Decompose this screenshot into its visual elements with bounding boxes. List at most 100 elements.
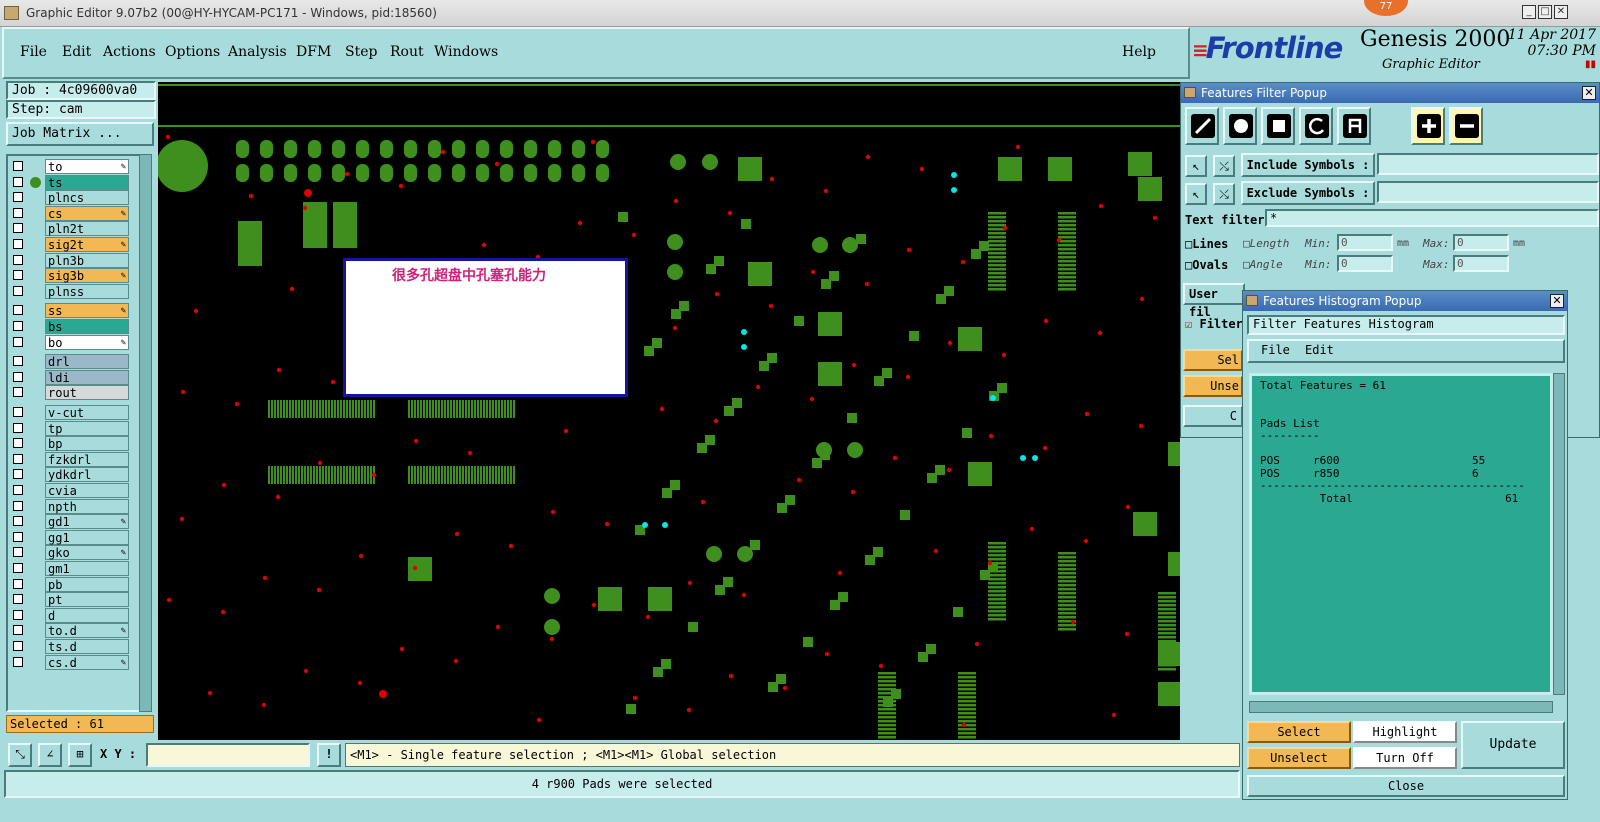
layer-row-sig2t[interactable]: sig2t ✎ — [10, 237, 134, 252]
notification-badge[interactable]: 77 — [1364, 0, 1408, 16]
layer-checkbox[interactable] — [13, 641, 23, 651]
layer-checkbox[interactable] — [13, 578, 23, 589]
layer-checkbox[interactable] — [13, 321, 23, 331]
layer-row-ss[interactable]: ss ✎ — [10, 303, 134, 319]
histogram-highlight-button[interactable]: Highlight — [1353, 721, 1457, 743]
layer-row-pln3b[interactable]: pln3b — [10, 252, 134, 268]
layer-name[interactable]: gko ✎ — [45, 545, 129, 561]
menu-edit[interactable]: Edit — [62, 44, 91, 60]
layer-checkbox[interactable] — [13, 336, 23, 347]
filter-unselect-button[interactable]: Unse — [1183, 375, 1243, 397]
angle-icon[interactable]: ∠ — [38, 743, 62, 767]
exclude-pick-icon[interactable]: ↖ — [1185, 183, 1207, 205]
layer-name[interactable]: bp — [45, 436, 129, 452]
text-tool[interactable] — [1337, 107, 1371, 145]
layer-name[interactable]: to.d ✎ — [45, 623, 129, 639]
layer-name[interactable]: sig3b ✎ — [45, 268, 129, 284]
histogram-vscrollbar[interactable] — [1553, 373, 1565, 695]
layer-row-pln2t[interactable]: pln2t — [10, 221, 134, 237]
layer-checkbox[interactable] — [13, 500, 23, 511]
layer-row-ts-d[interactable]: ts.d — [10, 639, 134, 654]
layer-row-ydkdrl[interactable]: ydkdrl — [10, 467, 134, 483]
line-tool[interactable] — [1185, 107, 1219, 145]
filter-checkbox[interactable]: ☑ Filter — [1185, 317, 1243, 331]
maximize-icon[interactable]: □ — [1538, 5, 1552, 19]
layer-checkbox[interactable] — [13, 656, 23, 667]
length-checkbox[interactable]: □Length — [1243, 237, 1289, 250]
layer-row-pb[interactable]: pb — [10, 576, 134, 592]
menu-rout[interactable]: Rout — [390, 44, 424, 60]
layer-checkbox[interactable] — [13, 371, 23, 382]
layer-checkbox[interactable] — [13, 563, 23, 573]
layer-checkbox[interactable] — [13, 485, 23, 495]
histogram-menu-edit[interactable]: Edit — [1305, 343, 1334, 357]
menu-help[interactable]: Help — [1122, 44, 1156, 60]
layer-row-fzkdrl[interactable]: fzkdrl — [10, 451, 134, 467]
ovals-checkbox[interactable]: □Ovals — [1185, 258, 1228, 272]
angle-max-input[interactable]: 0 — [1453, 255, 1509, 272]
filter-select-button[interactable]: Sel — [1183, 349, 1243, 371]
user-filter-button[interactable]: User fil — [1183, 283, 1245, 319]
layer-name[interactable]: pln3b — [45, 252, 129, 268]
info-icon[interactable]: ! — [317, 743, 341, 767]
layer-checkbox[interactable] — [13, 305, 23, 316]
layer-name[interactable]: ss ✎ — [45, 303, 129, 319]
layer-name[interactable]: plnss — [45, 283, 129, 299]
layer-row-npth[interactable]: npth — [10, 498, 134, 514]
layer-row-cs-d[interactable]: cs.d ✎ — [10, 654, 134, 670]
pad-tool[interactable] — [1223, 107, 1257, 145]
layer-row-ldi[interactable]: ldi — [10, 369, 134, 385]
layer-name[interactable]: to ✎ — [45, 159, 129, 174]
include-symbols-button[interactable]: Include Symbols : — [1241, 153, 1375, 177]
layer-row-bo[interactable]: bo ✎ — [10, 334, 134, 350]
layer-checkbox[interactable] — [13, 469, 23, 480]
exclude-symbols-input[interactable] — [1377, 181, 1599, 203]
histogram-close-button[interactable]: Close — [1247, 775, 1565, 797]
menu-actions[interactable]: Actions — [103, 44, 156, 60]
layer-checkbox[interactable] — [13, 176, 23, 187]
close-icon[interactable]: ✕ — [1554, 5, 1568, 19]
histogram-menu-file[interactable]: File — [1261, 343, 1290, 357]
plus-tool[interactable] — [1411, 107, 1445, 145]
layer-checkbox[interactable] — [13, 161, 23, 171]
layer-row-bs[interactable]: bs — [10, 319, 134, 334]
layer-checkbox[interactable] — [13, 223, 23, 234]
layer-row-plnss[interactable]: plnss — [10, 283, 134, 299]
exclude-symbols-button[interactable]: Exclude Symbols : — [1241, 181, 1375, 205]
layer-name[interactable]: d — [45, 607, 129, 623]
layer-checkbox[interactable] — [13, 438, 23, 449]
layer-checkbox[interactable] — [13, 192, 23, 203]
menu-analysis[interactable]: Analysis — [228, 44, 287, 60]
histogram-update-button[interactable]: Update — [1461, 721, 1565, 769]
layer-checkbox[interactable] — [13, 207, 23, 218]
text-filter-input[interactable]: * — [1265, 209, 1599, 227]
layer-checkbox[interactable] — [13, 422, 23, 433]
layer-row-to[interactable]: to ✎ — [10, 159, 134, 174]
menu-dfm[interactable]: DFM — [296, 44, 331, 60]
layer-row-bp[interactable]: bp — [10, 436, 134, 452]
histogram-close-icon[interactable]: ✕ — [1550, 294, 1564, 308]
layer-row-rout[interactable]: rout — [10, 385, 134, 401]
layer-name[interactable]: ldi — [45, 369, 129, 385]
filter-close-button[interactable]: C — [1183, 405, 1243, 427]
layer-row-plncs[interactable]: plncs — [10, 190, 134, 206]
layer-row-gko[interactable]: gko ✎ — [10, 545, 134, 561]
minus-tool[interactable] — [1449, 107, 1483, 145]
layer-name[interactable]: fzkdrl — [45, 451, 129, 467]
grid-icon[interactable]: ⊞ — [68, 743, 92, 767]
surface-tool[interactable] — [1261, 107, 1295, 145]
angle-checkbox[interactable]: □Angle — [1243, 258, 1283, 271]
arc-tool[interactable] — [1299, 107, 1333, 145]
include-pick-icon[interactable]: ↖ — [1185, 155, 1207, 177]
layer-checkbox[interactable] — [13, 453, 23, 464]
exclude-list-icon[interactable]: ⤯ — [1213, 183, 1235, 205]
filter-close-icon[interactable]: ✕ — [1582, 86, 1596, 100]
layer-name[interactable]: pt — [45, 592, 129, 608]
layer-name[interactable]: cs.d ✎ — [45, 654, 129, 670]
layer-checkbox[interactable] — [13, 531, 23, 542]
include-symbols-input[interactable] — [1377, 153, 1599, 175]
layer-checkbox[interactable] — [13, 254, 23, 265]
menu-windows[interactable]: Windows — [434, 44, 498, 60]
layer-name[interactable]: v-cut — [45, 405, 129, 420]
layer-checkbox[interactable] — [13, 547, 23, 558]
